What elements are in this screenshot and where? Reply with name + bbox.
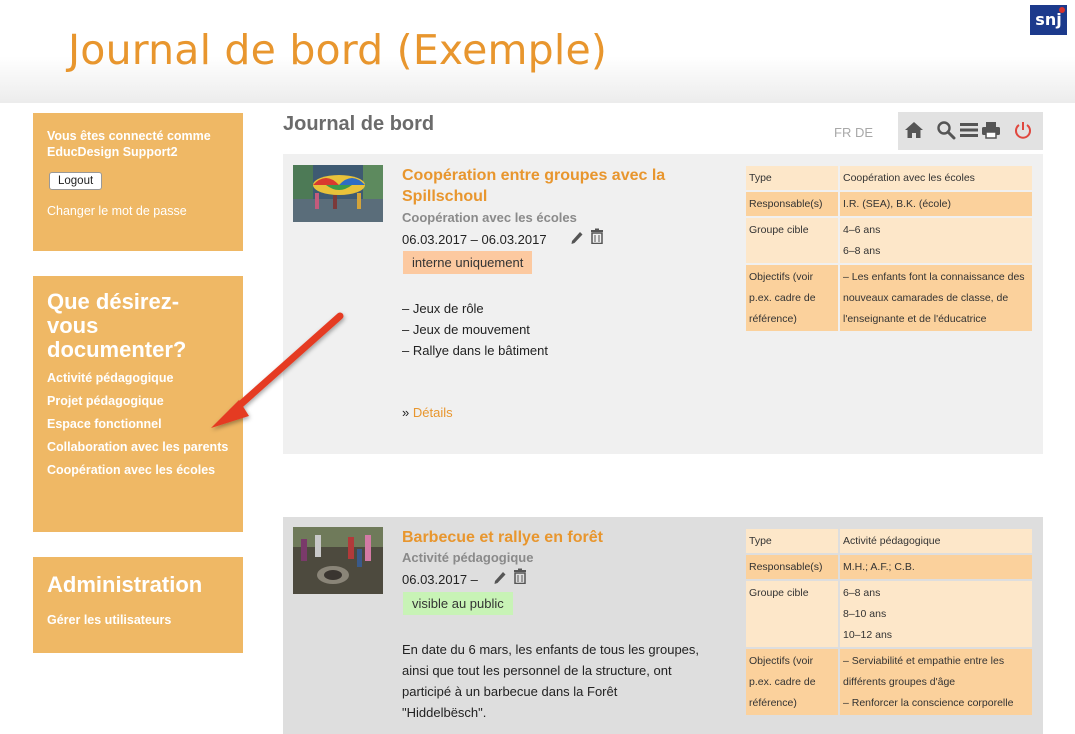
details-prefix: »: [402, 405, 410, 420]
lang-de-link[interactable]: DE: [855, 125, 873, 140]
entry-photo[interactable]: [293, 527, 383, 594]
info-type-value: Activité pédagogique: [840, 529, 1032, 553]
target-age: 10–12 ans: [843, 629, 893, 641]
info-type-value: Coopération avec les écoles: [840, 166, 1032, 190]
print-icon[interactable]: [981, 120, 1001, 140]
logo-dot: [1059, 7, 1065, 13]
target-age: 6–8 ans: [843, 245, 881, 257]
list-icon[interactable]: [959, 120, 979, 140]
entry-description: En date du 6 mars, les enfants de tous l…: [402, 642, 700, 720]
info-objectives-label: Objectifs (voir p.ex. cadre de référence…: [746, 265, 838, 331]
target-age: 6–8 ans: [843, 587, 881, 599]
target-age: 4–6 ans: [843, 224, 881, 236]
info-target-label: Groupe cible: [746, 581, 838, 647]
entry-category: Activité pédagogique: [402, 550, 534, 565]
objective-item: – Renforcer la conscience corporelle: [843, 697, 1014, 709]
info-responsible-value: I.R. (SEA), B.K. (école): [840, 192, 1032, 216]
edit-pencil-icon[interactable]: [570, 229, 584, 245]
delete-trash-icon[interactable]: [590, 228, 604, 244]
info-objectives-value: – Les enfants font la connaissance des n…: [840, 265, 1032, 331]
info-responsible-value: M.H.; A.F.; C.B.: [840, 555, 1032, 579]
entry-date: 06.03.2017 –: [402, 572, 478, 587]
menu-item-cooperation[interactable]: Coopération avec les écoles: [47, 462, 229, 478]
entry-photo[interactable]: [293, 165, 383, 222]
bullet-item: – Jeux de mouvement: [402, 322, 530, 337]
info-responsible-label: Responsable(s): [746, 192, 838, 216]
info-objectives-value: – Serviabilité et empathie entre les dif…: [840, 649, 1032, 715]
info-target-label: Groupe cible: [746, 218, 838, 263]
power-icon[interactable]: [1013, 120, 1033, 140]
info-type-label: Type: [746, 529, 838, 553]
menu-item-espace[interactable]: Espace fonctionnel: [47, 416, 229, 432]
info-responsible-label: Responsable(s): [746, 555, 838, 579]
visibility-badge: interne uniquement: [403, 251, 533, 274]
info-objectives-label: Objectifs (voir p.ex. cadre de référence…: [746, 649, 838, 715]
details-link[interactable]: Détails: [413, 405, 453, 420]
header: Journal de bord (Exemple) snj: [0, 0, 1075, 103]
page-title: Journal de bord: [283, 113, 435, 135]
entry-title[interactable]: Coopération entre groupes avec la Spills…: [402, 165, 702, 207]
target-age: 8–10 ans: [843, 608, 887, 620]
entry-bullets: – Jeux de rôle – Jeux de mouvement – Ral…: [402, 298, 548, 361]
entry-info-table: Type Activité pédagogique Responsable(s) M…: [744, 527, 1034, 717]
connected-as-text: Vous êtes connecté comme EducDesign Supp…: [47, 129, 211, 159]
visibility-badge: visible au public: [403, 592, 513, 615]
document-menu-title: Que désirez-vous documenter?: [47, 289, 187, 362]
entry-info-table: Type Coopération avec les écoles Responsa…: [744, 164, 1034, 333]
logo-text: snj: [1035, 10, 1062, 29]
document-menu-box: Que désirez-vous documenter? Activité pé…: [33, 276, 243, 532]
objective-item: – Serviabilité et empathie entre les dif…: [843, 655, 1005, 688]
edit-pencil-icon[interactable]: [493, 569, 507, 585]
home-icon[interactable]: [904, 120, 924, 140]
journal-entry: Barbecue et rallye en forêt Activité péd…: [283, 517, 1043, 734]
info-target-value: 4–6 ans 6–8 ans: [840, 218, 1032, 263]
entry-category: Coopération avec les écoles: [402, 210, 577, 225]
lang-fr-link[interactable]: FR: [834, 125, 851, 140]
admin-title: Administration: [47, 572, 203, 597]
toolbar: [898, 112, 1043, 150]
menu-item-activite[interactable]: Activité pédagogique: [47, 370, 229, 386]
site-title: Journal de bord (Exemple): [68, 26, 608, 74]
logout-button[interactable]: Logout: [49, 172, 103, 190]
entry-title[interactable]: Barbecue et rallye en forêt: [402, 527, 722, 548]
info-target-value: 6–8 ans 8–10 ans 10–12 ans: [840, 581, 1032, 647]
menu-item-collaboration[interactable]: Collaboration avec les parents: [47, 439, 229, 455]
bullet-item: – Jeux de rôle: [402, 301, 484, 316]
entry-date: 06.03.2017 – 06.03.2017: [402, 232, 547, 247]
bullet-item: – Rallye dans le bâtiment: [402, 343, 548, 358]
search-icon[interactable]: [936, 120, 956, 140]
info-type-label: Type: [746, 166, 838, 190]
change-password-link[interactable]: Changer le mot de passe: [47, 203, 229, 219]
journal-entry: Coopération entre groupes avec la Spills…: [283, 154, 1043, 454]
details-row: » Détails: [402, 405, 453, 420]
menu-item-manage-users[interactable]: Gérer les utilisateurs: [47, 612, 229, 628]
user-box: Vous êtes connecté comme EducDesign Supp…: [33, 113, 243, 251]
snj-logo[interactable]: snj: [1030, 5, 1067, 35]
menu-item-projet[interactable]: Projet pédagogique: [47, 393, 229, 409]
admin-box: Administration Gérer les utilisateurs: [33, 557, 243, 653]
delete-trash-icon[interactable]: [513, 568, 527, 584]
